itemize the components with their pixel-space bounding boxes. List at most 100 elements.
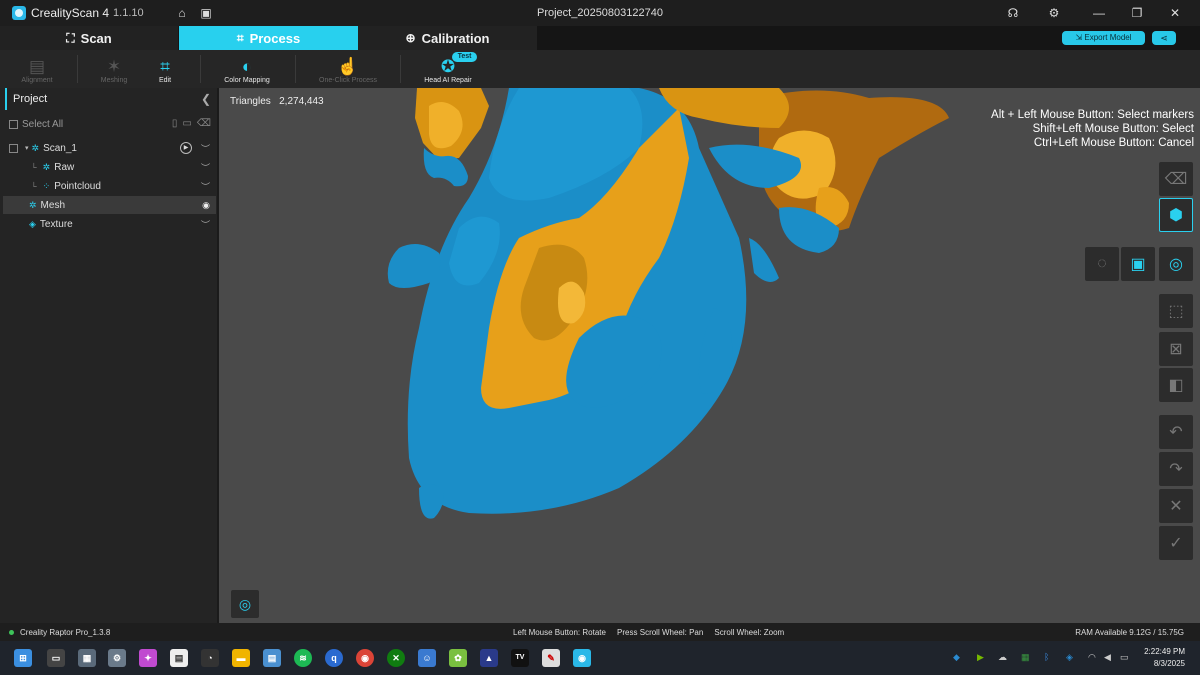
support-icon[interactable]: ☊ [1006,6,1020,20]
tab-scan[interactable]: ⛶ Scan [0,26,178,50]
copilot-icon[interactable]: ✦ [139,649,157,667]
gear-icon[interactable]: ⚙ [1047,6,1061,20]
home-icon[interactable]: ⌂ [175,6,189,20]
notepad-icon[interactable]: ▤ [263,649,281,667]
select-all[interactable]: Select All [9,119,63,130]
cube-tool-button[interactable]: ⬢ [1159,198,1193,232]
divider [400,55,401,83]
texture-icon: ◈ [29,218,36,229]
rect-select-button[interactable]: ▣ [1121,247,1155,281]
export-model-button[interactable]: ⇲ Export Model [1062,31,1145,45]
undo-button[interactable]: ↶ [1159,415,1193,449]
import-icon[interactable]: ▯ [172,118,178,129]
maximize-button[interactable]: ❐ [1126,4,1148,22]
eye-closed-icon[interactable]: ︶ [201,218,210,231]
checkbox[interactable] [9,143,18,153]
tree-item-raw[interactable]: └ ✲ Raw ︶ [3,158,216,176]
tab-process[interactable]: ⌗ Process [179,26,358,50]
tool-edit[interactable]: ⌗ Edit [145,52,185,86]
share-button[interactable]: ⋖ [1152,31,1176,45]
select-all-tool-button[interactable]: ⬚ [1159,294,1193,328]
hint-line: Ctrl+Left Mouse Button: Cancel [1033,137,1194,149]
mode-bar: ⛶ Scan ⌗ Process ⊕ Calibration [0,26,1200,50]
eye-closed-icon[interactable]: ︶ [201,180,210,193]
wifi-icon[interactable]: ◠ [1088,652,1096,663]
tree-item-scan[interactable]: ▾ ✲ Scan_1 ▶ ︶ [3,139,216,157]
clock-date: 8/3/2025 [1153,659,1185,668]
tab-calibration-label: Calibration [421,30,490,46]
locate-button[interactable]: ◎ [231,590,259,618]
hint-line: Shift+Left Mouse Button: Select [1032,123,1194,135]
confirm-button[interactable]: ✓ [1159,526,1193,560]
lasso-select-button[interactable]: ◎ [1159,247,1193,281]
mesh-render[interactable] [219,88,1200,623]
app-icon[interactable]: ✿ [449,649,467,667]
branch-icon: └ [31,181,37,191]
nvidia-icon[interactable]: ▶ [977,652,984,663]
spotify-icon[interactable]: ≋ [294,649,312,667]
expand-icon[interactable]: ▾ [25,144,29,152]
bluetooth-icon[interactable]: ᛒ [1044,652,1049,662]
settings-app-icon[interactable]: ⚙ [108,649,126,667]
target-icon: ◎ [238,596,252,612]
cloud-icon[interactable]: ☁ [998,652,1007,663]
tool-one-click-process[interactable]: ☝ One-Click Process [310,52,386,86]
clock[interactable]: 2:22:49 PM 8/3/2025 [1144,646,1185,670]
task-view-icon[interactable]: ▭ [47,649,65,667]
tool-meshing[interactable]: ✶ Meshing [88,52,140,86]
eye-icon[interactable]: ◉ [202,200,210,211]
app-icon[interactable]: ✎ [542,649,560,667]
invert-tool-button[interactable]: ◧ [1159,368,1193,402]
tree-item-mesh[interactable]: ✲ Mesh ◉ [3,196,216,214]
app-icon[interactable]: ▲ [480,649,498,667]
tray-app-icon[interactable]: ▦ [1021,652,1030,663]
divider [77,55,78,83]
collapse-icon[interactable]: ❮ [201,92,211,106]
branch-icon: └ [31,162,37,172]
tree-item-texture[interactable]: ◈ Texture ︶ [3,215,216,233]
lasso-tool-button[interactable]: ◌ [1085,247,1119,281]
crealityscan-taskbar-icon[interactable]: ◉ [573,649,591,667]
people-icon[interactable]: ☺ [418,649,436,667]
select-all-icon: ⬚ [1168,303,1184,320]
trash-icon[interactable]: ⌫ [197,118,211,129]
tree-label: Raw [54,161,75,173]
cancel-button[interactable]: ✕ [1159,489,1193,523]
xbox-icon[interactable]: ✕ [387,649,405,667]
test-badge: Test [452,52,477,62]
start-icon[interactable]: ⊞ [14,649,32,667]
title-bar: CrealityScan 4 1.1.10 ⌂ ▣ Project_202508… [0,0,1200,26]
3d-viewport[interactable]: Triangles 2,274,443 Alt + Left Mouse But… [219,88,1200,623]
play-icon[interactable]: ▶ [180,142,192,154]
tab-calibration[interactable]: ⊕ Calibration [358,26,537,50]
volume-icon[interactable]: ◀ [1104,652,1111,663]
eye-closed-icon[interactable]: ︶ [201,161,210,174]
select-all-label: Select All [22,119,64,130]
tree-item-pointcloud[interactable]: └ ⁘ Pointcloud ︶ [3,177,216,195]
minimize-button[interactable]: — [1088,4,1110,22]
eraser-tool-button[interactable]: ⌫ [1159,162,1193,196]
security-icon[interactable]: ◈ [1066,652,1073,663]
store-icon[interactable]: ▤ [170,649,188,667]
app-icon[interactable]: TV [511,649,529,667]
folder-icon[interactable]: ▣ [199,6,213,20]
deselect-tool-button[interactable]: ⊠ [1159,332,1193,366]
file-explorer-icon[interactable]: ▬ [232,649,250,667]
qbittorrent-icon[interactable]: q [325,649,343,667]
add-folder-icon[interactable]: ▭ [182,118,191,129]
redo-button[interactable]: ↷ [1159,452,1193,486]
chrome-icon[interactable]: ◉ [356,649,374,667]
speedometer-icon[interactable]: ◔ [201,649,219,667]
shield-icon[interactable]: ◆ [953,652,960,663]
triangles-value: 2,274,443 [279,96,324,107]
close-button[interactable]: ✕ [1164,4,1186,22]
checkbox[interactable] [9,120,18,129]
tool-color-mapping[interactable]: ◐ Color Mapping [214,52,280,86]
calculator-icon[interactable]: ▦ [78,649,96,667]
eye-closed-icon[interactable]: ︶ [201,142,210,155]
tree-label: Pointcloud [54,180,101,192]
tool-alignment[interactable]: ▤ Alignment [10,52,64,86]
pointer-icon: ☝ [337,57,359,76]
tree-label: Mesh [40,199,65,211]
battery-icon[interactable]: ▭ [1120,652,1129,663]
